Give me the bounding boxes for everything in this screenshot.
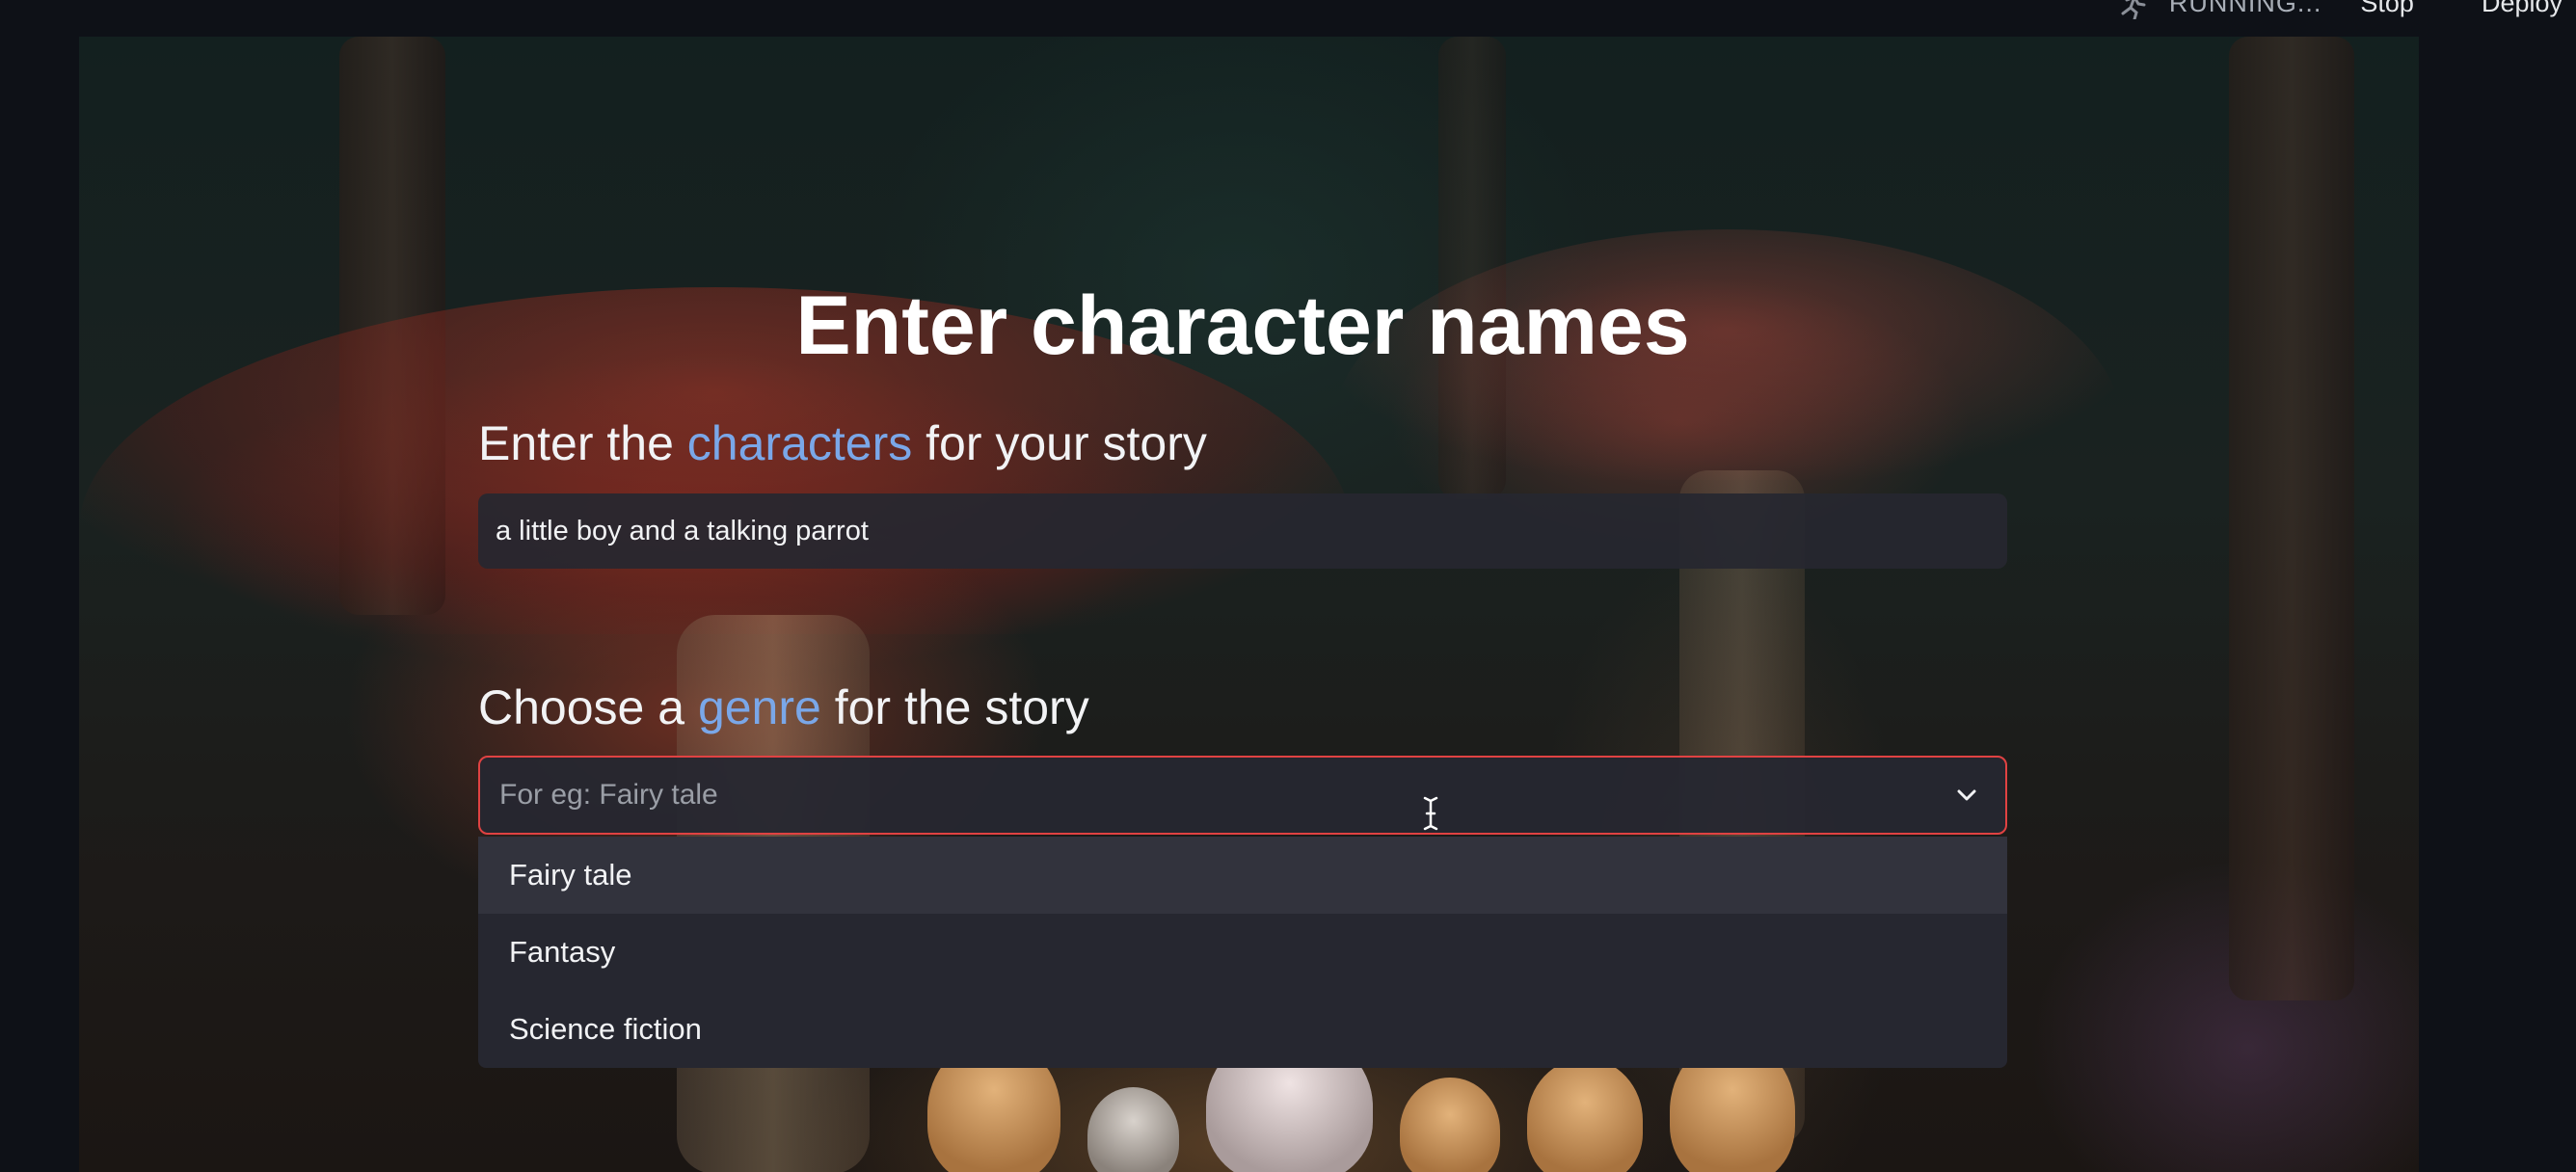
top-toolbar: RUNNING... Stop Deploy	[0, 0, 2576, 37]
genre-select-placeholder: For eg: Fairy tale	[499, 779, 718, 811]
background-tree	[2229, 37, 2354, 1000]
background-critter	[1526, 1058, 1644, 1172]
label-accent-word: genre	[697, 680, 821, 734]
toolbar-actions: RUNNING... Stop Deploy	[2115, 0, 2576, 19]
text-cursor-icon	[1423, 796, 1438, 831]
page-title: Enter character names	[795, 280, 1690, 372]
genre-section-label: Choose a genre for the story	[478, 679, 1089, 736]
running-status-label: RUNNING...	[2168, 0, 2322, 17]
chevron-down-icon[interactable]	[1947, 776, 1986, 814]
characters-section-label: Enter the characters for your story	[478, 414, 1207, 472]
app-main-area: Enter character names Enter the characte…	[79, 37, 2419, 1172]
label-prefix: Choose a	[478, 680, 698, 734]
genre-option-science-fiction[interactable]: Science fiction	[478, 991, 2007, 1068]
running-figure-icon	[2115, 0, 2148, 19]
stop-button[interactable]: Stop	[2360, 0, 2414, 18]
genre-option-fantasy[interactable]: Fantasy	[478, 914, 2007, 991]
label-suffix: for the story	[820, 680, 1089, 734]
background-critter	[1087, 1087, 1180, 1172]
genre-dropdown-list: Fairy tale Fantasy Science fiction	[478, 837, 2007, 1068]
genre-option-fairy-tale[interactable]: Fairy tale	[478, 837, 2007, 914]
characters-input[interactable]	[478, 493, 2007, 569]
label-accent-word: characters	[686, 416, 913, 470]
background-critter	[1399, 1078, 1500, 1172]
label-prefix: Enter the	[478, 416, 687, 470]
deploy-button[interactable]: Deploy	[2482, 0, 2563, 18]
genre-select[interactable]: For eg: Fairy tale	[478, 756, 2007, 835]
label-suffix: for your story	[912, 416, 1207, 470]
